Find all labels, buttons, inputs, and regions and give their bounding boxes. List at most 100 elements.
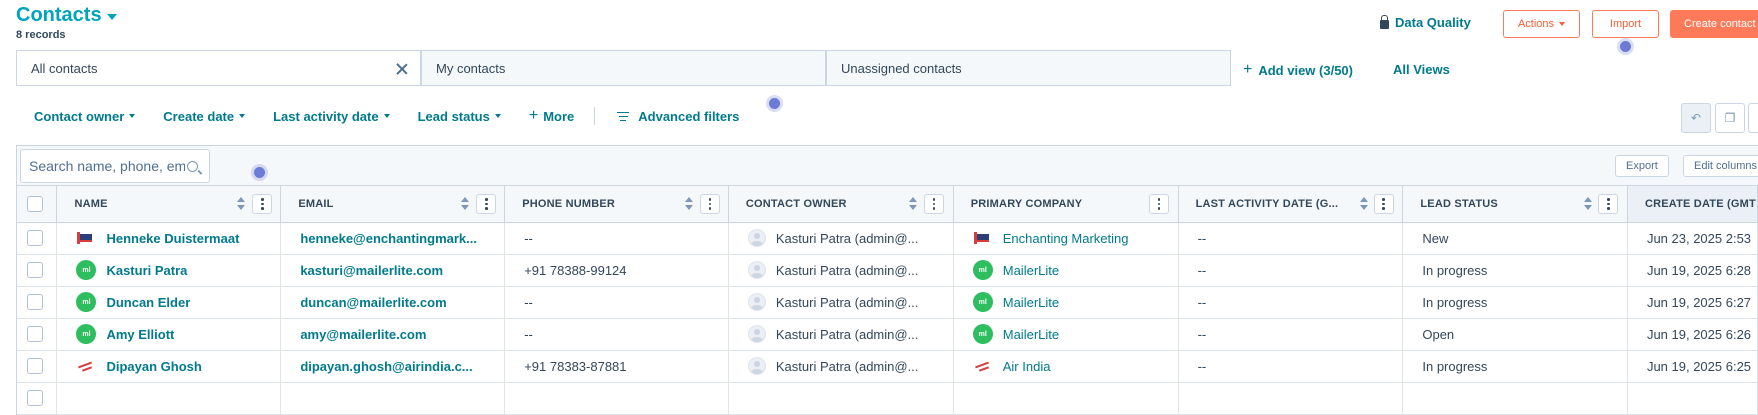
email-cell: amy@mailerlite.com <box>280 318 506 351</box>
row-select-cell <box>17 318 58 351</box>
email-cell <box>280 382 506 415</box>
close-icon[interactable] <box>396 63 408 75</box>
search-box[interactable] <box>20 149 210 183</box>
sort-icon[interactable] <box>237 197 246 211</box>
column-header-phone[interactable]: PHONE NUMBER <box>504 186 729 223</box>
name-cell: Dipayan Ghosh <box>56 350 282 383</box>
lead-status-cell: In progress <box>1402 350 1628 383</box>
advanced-filters-button[interactable]: Advanced filters <box>617 109 739 124</box>
column-header-email[interactable]: EMAIL <box>280 186 506 223</box>
contact-name-link[interactable]: Duncan Elder <box>106 295 190 310</box>
filter-create-date[interactable]: Create date <box>163 109 246 124</box>
last-activity-cell: -- <box>1178 318 1404 351</box>
email-link[interactable]: kasturi@mailerlite.com <box>300 263 443 278</box>
email-link[interactable]: amy@mailerlite.com <box>300 327 426 342</box>
tab-my-contacts[interactable]: My contacts <box>421 50 826 86</box>
search-input[interactable] <box>29 158 185 174</box>
row-checkbox[interactable] <box>27 294 43 310</box>
copy-icon[interactable]: ❐ <box>1715 103 1745 133</box>
owner-name: Kasturi Patra (admin@... <box>775 230 919 246</box>
column-menu-icon[interactable] <box>1373 194 1394 214</box>
actions-button[interactable]: Actions <box>1503 10 1580 38</box>
save-icon[interactable] <box>1748 103 1758 133</box>
mailerlite-logo-icon: ml <box>972 324 993 344</box>
row-checkbox[interactable] <box>27 390 43 406</box>
cursor-indicator <box>1620 41 1631 52</box>
lead-status-cell: New <box>1402 222 1628 255</box>
row-select-cell <box>17 350 58 383</box>
contact-name-link[interactable]: Amy Elliott <box>106 327 174 342</box>
sort-icon[interactable] <box>685 197 694 211</box>
sort-icon[interactable] <box>461 197 470 211</box>
email-link[interactable]: duncan@mailerlite.com <box>300 295 446 310</box>
company-link[interactable]: Enchanting Marketing <box>1003 231 1129 246</box>
contacts-table-panel: Export Edit columns NAME EMAIL PHONE NUM… <box>16 145 1758 415</box>
email-link[interactable]: henneke@enchantingmark... <box>300 231 477 246</box>
tab-all-contacts[interactable]: All contacts <box>16 50 421 86</box>
company-link[interactable]: Air India <box>1003 359 1051 374</box>
company-cell: ml MailerLite <box>953 318 1179 351</box>
row-checkbox[interactable] <box>27 358 43 374</box>
undo-icon[interactable]: ↶ <box>1681 103 1711 133</box>
chevron-down-icon <box>239 114 246 118</box>
column-menu-icon[interactable] <box>923 194 944 214</box>
column-label: PRIMARY COMPANY <box>970 197 1083 210</box>
table-row[interactable]: ml Amy Elliott amy@mailerlite.com -- Kast… <box>17 318 1758 351</box>
table-row[interactable] <box>17 382 1758 415</box>
select-all-checkbox[interactable] <box>27 195 43 212</box>
plus-icon: + <box>528 107 539 124</box>
sort-icon[interactable] <box>908 197 917 211</box>
phone-cell: -- <box>504 222 729 255</box>
export-button[interactable]: Export <box>1615 155 1669 177</box>
company-link[interactable]: MailerLite <box>1003 327 1059 342</box>
column-header-create-date[interactable]: CREATE DATE (GMT <box>1627 186 1758 223</box>
table-row[interactable]: ml Kasturi Patra kasturi@mailerlite.com +… <box>17 254 1758 287</box>
chevron-down-icon <box>129 114 136 118</box>
column-label: LEAD STATUS <box>1420 197 1498 210</box>
contact-name-link[interactable]: Henneke Duistermaat <box>106 231 239 246</box>
more-filters-button[interactable]: + More <box>529 108 574 124</box>
mailerlite-logo-icon: ml <box>76 260 97 280</box>
column-header-last-activity[interactable]: LAST ACTIVITY DATE (G... <box>1178 186 1404 223</box>
create-date-cell: Jun 19, 2025 6:27 <box>1627 286 1758 319</box>
import-button[interactable]: Import <box>1592 10 1659 38</box>
edit-columns-button[interactable]: Edit columns <box>1683 155 1758 177</box>
column-menu-icon[interactable] <box>476 194 497 214</box>
sort-icon[interactable] <box>1584 197 1593 211</box>
filter-contact-owner[interactable]: Contact owner <box>34 109 136 124</box>
column-header-owner[interactable]: CONTACT OWNER <box>728 186 954 223</box>
company-cell <box>953 382 1179 415</box>
row-checkbox[interactable] <box>27 262 43 278</box>
row-checkbox[interactable] <box>27 326 43 342</box>
add-view-button[interactable]: + Add view (3/50) <box>1243 62 1353 78</box>
column-menu-icon[interactable] <box>700 194 721 214</box>
email-link[interactable]: dipayan.ghosh@airindia.c... <box>300 359 472 374</box>
data-quality-link[interactable]: Data Quality <box>1380 14 1471 30</box>
filter-lead-status[interactable]: Lead status <box>418 109 501 124</box>
page-title[interactable]: Contacts <box>16 4 117 27</box>
column-menu-icon[interactable] <box>1148 194 1169 214</box>
contact-name-link[interactable]: Kasturi Patra <box>106 263 187 278</box>
row-checkbox[interactable] <box>27 230 43 246</box>
phone-cell: -- <box>504 286 729 319</box>
company-link[interactable]: MailerLite <box>1003 263 1059 278</box>
contact-name-link[interactable]: Dipayan Ghosh <box>106 359 201 374</box>
chevron-down-icon <box>383 114 390 118</box>
column-header-company[interactable]: PRIMARY COMPANY <box>953 186 1179 223</box>
filter-last-activity-date[interactable]: Last activity date <box>273 109 390 124</box>
column-header-name[interactable]: NAME <box>56 186 282 223</box>
column-header-lead-status[interactable]: LEAD STATUS <box>1402 186 1628 223</box>
row-select-cell <box>17 286 58 319</box>
all-views-link[interactable]: All Views <box>1393 62 1450 77</box>
table-row[interactable]: Dipayan Ghosh dipayan.ghosh@airindia.c..… <box>17 350 1758 383</box>
table-row[interactable]: ml Duncan Elder duncan@mailerlite.com -- … <box>17 286 1758 319</box>
lock-icon <box>1380 14 1389 29</box>
tab-unassigned-contacts[interactable]: Unassigned contacts <box>826 50 1231 86</box>
column-menu-icon[interactable] <box>1598 194 1619 214</box>
column-label: NAME <box>74 197 108 210</box>
company-link[interactable]: MailerLite <box>1003 295 1059 310</box>
sort-icon[interactable] <box>1359 197 1368 211</box>
table-row[interactable]: Henneke Duistermaat henneke@enchantingma… <box>17 222 1758 255</box>
column-menu-icon[interactable] <box>252 194 273 214</box>
create-contact-button[interactable]: Create contact <box>1670 10 1758 38</box>
